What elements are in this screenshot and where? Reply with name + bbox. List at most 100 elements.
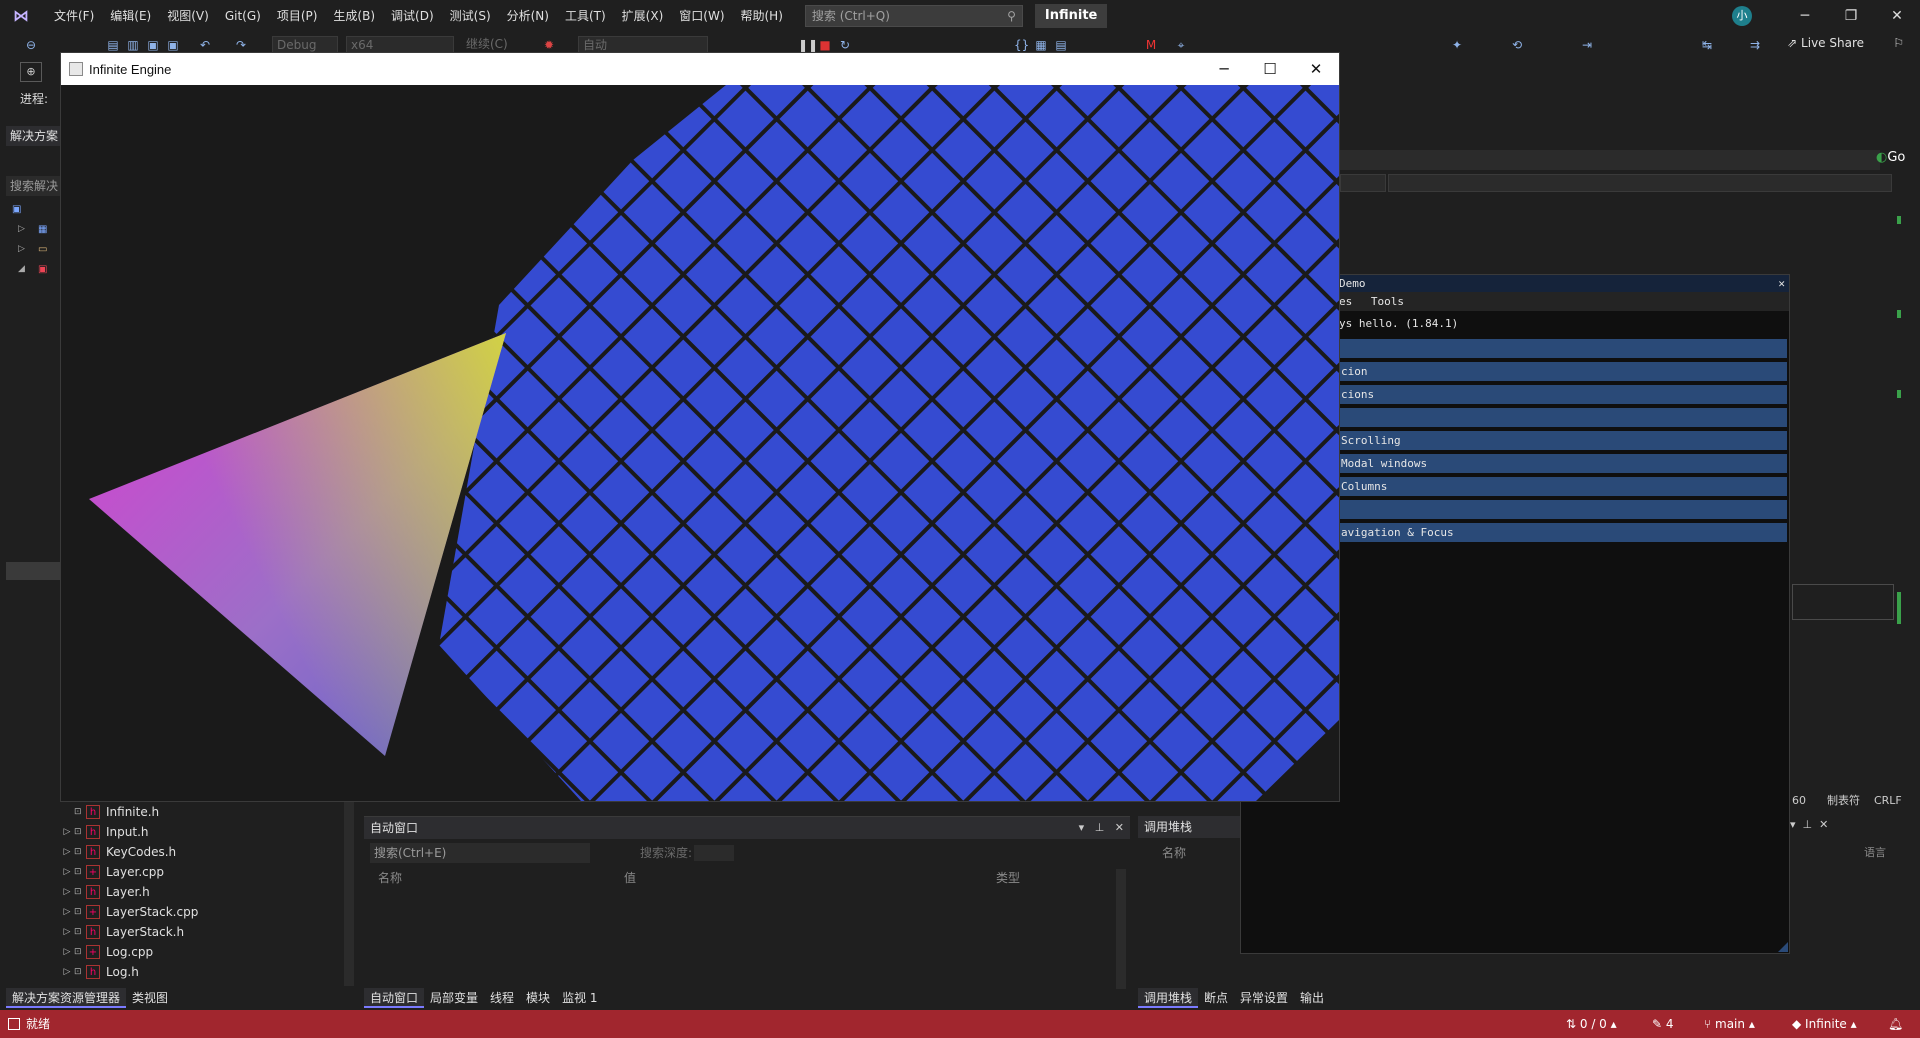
imgui-close-icon[interactable]: ✕ xyxy=(1778,275,1785,292)
bottom-tab[interactable]: 断点 xyxy=(1198,988,1234,1008)
imgui-collapsing-header[interactable]: Scrolling xyxy=(1339,431,1787,450)
menu-item[interactable]: 文件(F) xyxy=(46,0,102,32)
go-button[interactable]: ◐Go xyxy=(1876,150,1905,165)
editor-combo-right[interactable] xyxy=(1388,174,1892,192)
bottom-tab[interactable]: 局部变量 xyxy=(424,988,484,1008)
render-viewport[interactable] xyxy=(61,85,1339,801)
bottom-tab[interactable]: 解决方案资源管理器 xyxy=(6,988,127,1008)
tree-collapse-icon[interactable]: ◢ xyxy=(18,264,25,274)
autos-scrollbar[interactable] xyxy=(1116,869,1126,989)
tree-expand-icon[interactable]: ▷ xyxy=(60,847,74,857)
imgui-collapsing-header[interactable]: Modal windows xyxy=(1339,454,1787,473)
toolbar-icon-a[interactable]: {} xyxy=(1014,38,1029,52)
call-stack-column-name[interactable]: 名称 xyxy=(1162,844,1186,861)
pause-icon[interactable]: ❚❚ xyxy=(798,38,818,52)
tree-expand-icon[interactable]: ▷ xyxy=(60,907,74,917)
undo-icon[interactable]: ↶ xyxy=(198,38,212,52)
bottom-tab[interactable]: 异常设置 xyxy=(1234,988,1294,1008)
tree-expand-icon[interactable]: ▷ xyxy=(60,967,74,977)
save-icon[interactable]: ▣ xyxy=(146,38,160,52)
bottom-tab[interactable]: 模块 xyxy=(520,988,556,1008)
editor-combo-left[interactable] xyxy=(1340,174,1386,192)
back-icon[interactable]: ⊖ xyxy=(24,38,38,52)
file-row[interactable]: ▷ ⊡ + Layer.cpp xyxy=(60,862,356,882)
file-row[interactable]: ▷ ⊡ h KeyCodes.h xyxy=(60,842,356,862)
bottom-tab[interactable]: 类视图 xyxy=(126,988,174,1008)
tree-expand-icon[interactable]: ▷ xyxy=(60,827,74,837)
notifications-icon[interactable]: 🔔︎ xyxy=(1888,1010,1903,1038)
save-all-icon[interactable]: ▣ xyxy=(166,38,180,52)
solution-search-input[interactable]: 搜索解决 xyxy=(6,176,60,196)
file-row[interactable]: ▷ ⊡ h LayerStack.h xyxy=(60,922,356,942)
panel-close-icon[interactable]: ✕ xyxy=(1115,821,1124,834)
map-pin-icon[interactable]: ⌖ xyxy=(1174,38,1188,52)
column-value[interactable]: 值 xyxy=(624,869,636,886)
toolbar-icon-c[interactable]: ▤ xyxy=(1054,38,1068,52)
toolbar-icon-m[interactable]: M xyxy=(1144,38,1158,52)
stop-icon[interactable]: ■ xyxy=(818,38,832,52)
toolbar-icon-g[interactable]: ↹ xyxy=(1700,38,1714,52)
menu-item[interactable]: 编辑(E) xyxy=(102,0,159,32)
menu-item[interactable]: 生成(B) xyxy=(325,0,383,32)
restart-icon[interactable]: ↻ xyxy=(838,38,852,52)
pending-edits[interactable]: ✎ 4 xyxy=(1652,1010,1674,1038)
imgui-menu-tools[interactable]: Tools xyxy=(1371,295,1404,308)
tree-expand-icon[interactable]: ▷ xyxy=(60,947,74,957)
search-depth-combo[interactable] xyxy=(694,845,734,861)
toolbar-icon-e[interactable]: ⟲ xyxy=(1510,38,1524,52)
tree-expand-icon[interactable]: ▷ xyxy=(60,867,74,877)
open-folder-icon[interactable]: ▥ xyxy=(126,38,140,52)
engine-maximize-icon[interactable]: ☐ xyxy=(1247,53,1293,85)
debug-target-icon[interactable]: ⊕ xyxy=(20,62,42,82)
imgui-collapsing-header[interactable]: cions xyxy=(1339,385,1787,404)
global-search-input[interactable]: 搜索 (Ctrl+Q) ⚲ xyxy=(804,5,1023,27)
pin-icon[interactable]: ⊥ xyxy=(1095,821,1105,834)
file-row[interactable]: ▷ ⊡ + Log.cpp xyxy=(60,942,356,962)
tree-expand-icon[interactable]: ▷ xyxy=(60,887,74,897)
bottom-tab[interactable]: 监视 1 xyxy=(556,988,603,1008)
branch-picker[interactable]: ⑂ main ▴ xyxy=(1704,1010,1755,1038)
imgui-menu-examples[interactable]: es xyxy=(1339,295,1352,308)
visual-studio-logo-icon[interactable]: ⋈ xyxy=(10,7,32,25)
imgui-collapsing-header[interactable] xyxy=(1339,339,1787,358)
file-row[interactable]: ▷ ⊡ + LayerStack.cpp xyxy=(60,902,356,922)
engine-close-icon[interactable]: ✕ xyxy=(1293,53,1339,85)
restore-icon[interactable]: ❐ xyxy=(1828,0,1874,32)
tree-expand-icon[interactable]: ▷ xyxy=(18,224,25,234)
imgui-collapsing-header[interactable]: cion xyxy=(1339,362,1787,381)
file-row[interactable]: ▷ ⊡ h Layer.h xyxy=(60,882,356,902)
imgui-collapsing-header[interactable]: Columns xyxy=(1339,477,1787,496)
resize-grip-icon[interactable] xyxy=(1778,942,1788,952)
solution-tree-root-icon[interactable]: ▣ xyxy=(12,204,21,215)
toolbar-icon-b[interactable]: ▦ xyxy=(1034,38,1048,52)
solution-name-badge[interactable]: Infinite xyxy=(1034,4,1108,28)
repo-picker[interactable]: ◆ Infinite ▴ xyxy=(1792,1010,1857,1038)
engine-titlebar[interactable]: Infinite Engine ─ ☐ ✕ xyxy=(61,53,1339,85)
redo-icon[interactable]: ↷ xyxy=(234,38,248,52)
menu-item[interactable]: 视图(V) xyxy=(159,0,217,32)
dropdown-icon[interactable]: ▾ xyxy=(1079,821,1085,834)
fire-icon[interactable]: ✹ xyxy=(542,38,556,52)
menu-item[interactable]: Git(G) xyxy=(217,0,269,32)
column-type[interactable]: 类型 xyxy=(996,869,1020,886)
bottom-tab[interactable]: 输出 xyxy=(1294,988,1330,1008)
autos-search-input[interactable]: 搜索(Ctrl+E) xyxy=(370,843,590,863)
close-icon[interactable]: ✕ xyxy=(1874,0,1920,32)
source-control-changes[interactable]: ⇅ 0 / 0 ▴ xyxy=(1566,1010,1617,1038)
column-name[interactable]: 名称 xyxy=(378,869,402,886)
file-list-scrollbar[interactable] xyxy=(344,802,354,986)
file-row[interactable]: ▷ ⊡ h Input.h xyxy=(60,822,356,842)
menu-item[interactable]: 帮助(H) xyxy=(733,0,791,32)
engine-window[interactable]: Infinite Engine ─ ☐ ✕ xyxy=(60,52,1340,802)
bottom-tab[interactable]: 调用堆栈 xyxy=(1138,988,1199,1008)
bottom-tab[interactable]: 自动窗口 xyxy=(364,988,425,1008)
minimize-icon[interactable]: ─ xyxy=(1782,0,1828,32)
feedback-icon[interactable]: ⚐ xyxy=(1893,36,1904,50)
new-file-icon[interactable]: ▤ xyxy=(106,38,120,52)
live-share-button[interactable]: ⇗ Live Share xyxy=(1787,36,1864,50)
menu-item[interactable]: 测试(S) xyxy=(442,0,499,32)
menu-item[interactable]: 分析(N) xyxy=(499,0,557,32)
user-avatar[interactable]: 小 xyxy=(1732,6,1752,26)
menu-item[interactable]: 项目(P) xyxy=(269,0,326,32)
editor-scrollbar[interactable] xyxy=(1894,196,1908,786)
